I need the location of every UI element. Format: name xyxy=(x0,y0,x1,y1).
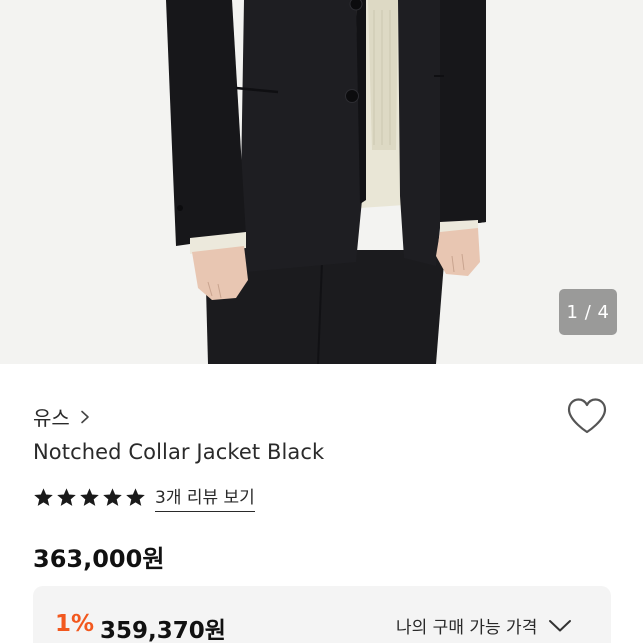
my-price-label: 나의 구매 가능 가격 xyxy=(396,618,538,638)
my-price-toggle[interactable]: 나의 구매 가능 가격 xyxy=(396,613,573,638)
star-filled-icon xyxy=(126,488,145,506)
star-filled-icon xyxy=(103,488,122,506)
star-filled-icon xyxy=(80,488,99,506)
image-page-counter: 1 / 4 xyxy=(559,289,617,335)
product-photo xyxy=(0,0,643,364)
discount-price: 359,370원 xyxy=(100,618,226,643)
product-info-section: 유스 Notched Collar Jacket Black 3개 리뷰 보기 … xyxy=(0,364,643,643)
heart-outline-icon[interactable] xyxy=(566,397,608,435)
original-price: 363,000원 xyxy=(33,545,165,573)
product-detail-page: 1 / 4 유스 Notched Collar Jacket Black 3개 … xyxy=(0,0,643,643)
brand-link[interactable]: 유스 xyxy=(33,402,90,431)
rating-stars xyxy=(33,487,146,508)
product-name: Notched Collar Jacket Black xyxy=(33,440,325,464)
chevron-down-icon xyxy=(549,619,572,631)
star-filled-icon xyxy=(57,488,76,506)
product-image-gallery[interactable]: 1 / 4 xyxy=(0,0,643,364)
rating-row: 3개 리뷰 보기 xyxy=(33,483,255,512)
chevron-right-icon xyxy=(81,410,89,423)
brand-name: 유스 xyxy=(33,406,70,430)
page-counter-separator: / xyxy=(578,301,598,323)
discount-rate: 1% xyxy=(55,611,95,637)
star-filled-icon xyxy=(34,488,53,506)
review-link[interactable]: 3개 리뷰 보기 xyxy=(155,483,255,512)
page-counter-current: 1 xyxy=(566,301,579,323)
discount-price-box: 1% 359,370원 나의 구매 가능 가격 xyxy=(33,586,611,643)
page-counter-total: 4 xyxy=(597,301,610,323)
